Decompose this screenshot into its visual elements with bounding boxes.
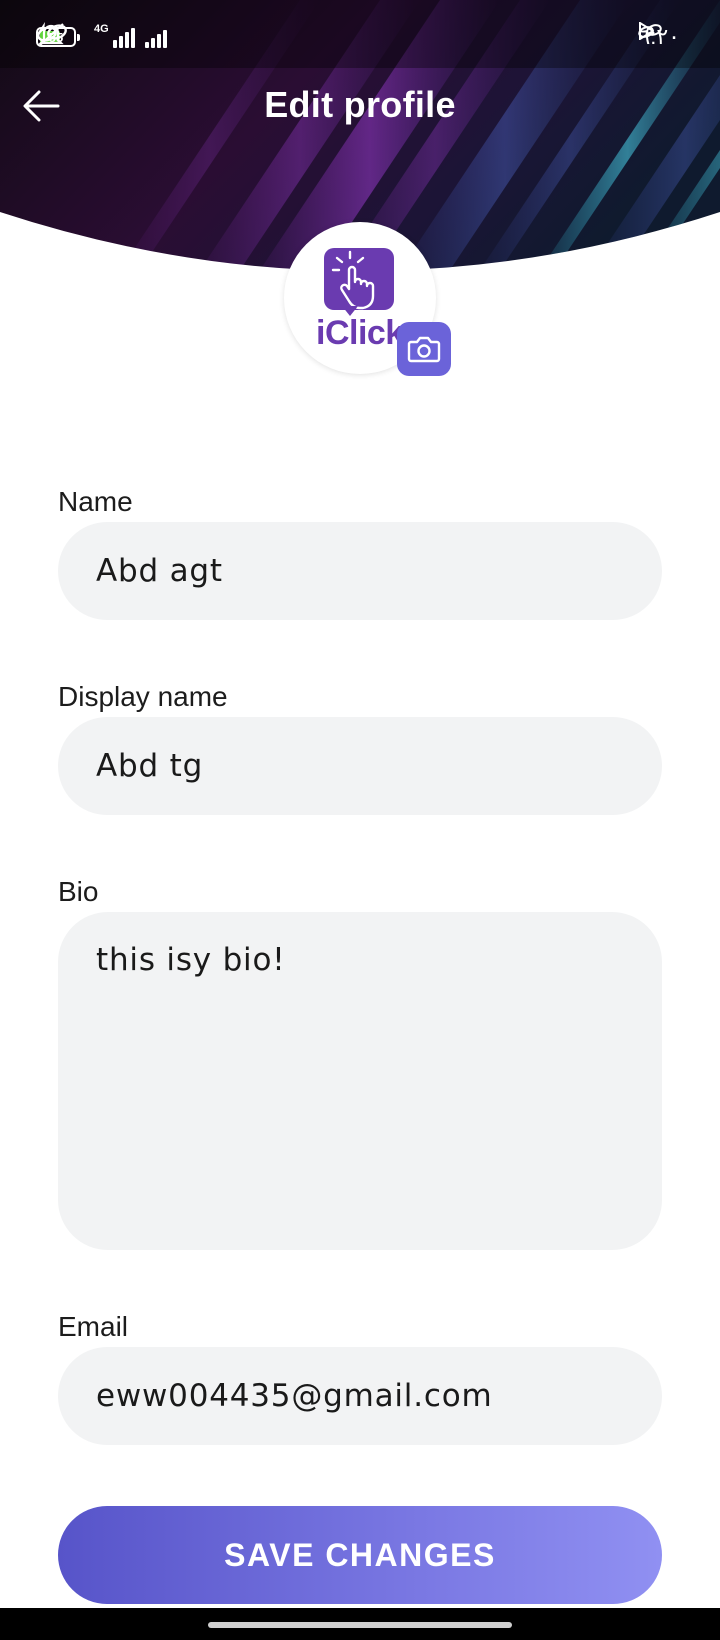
bio-field[interactable]: this isy bio! [58,912,662,1250]
logo-text: iClick [316,314,404,352]
display-name-label: Display name [58,681,228,712]
name-field[interactable]: Abd agt [58,522,662,620]
navigation-bar [0,1608,720,1640]
home-gesture-handle[interactable] [208,1622,512,1628]
hand-pointer-icon [331,250,375,310]
bio-label: Bio [58,876,99,907]
name-label: Name [58,486,133,517]
signal-strength-icon [112,26,135,48]
link-icon [37,24,67,42]
bio-value: this isy bio! [96,942,286,978]
email-value: eww004435@gmail.com [96,1378,493,1414]
email-label: Email [58,1311,129,1342]
avatar[interactable]: iClick [284,222,451,376]
network-type-label: 4G [94,23,109,35]
signal-strength-icon-2 [144,26,167,48]
status-bar: 55 4G ٦:٢٠ [0,0,720,68]
email-field[interactable]: eww004435@gmail.com [58,1347,662,1445]
name-value: Abd agt [96,553,223,589]
logo-badge [324,248,394,310]
camera-icon [407,336,441,363]
change-photo-button[interactable] [397,322,451,376]
play-icon [639,22,655,40]
page-title: Edit profile [264,84,456,125]
save-changes-button[interactable]: SAVE CHANGES [58,1506,662,1604]
display-name-field[interactable]: Abd tg [58,717,662,815]
display-name-value: Abd tg [96,748,204,784]
